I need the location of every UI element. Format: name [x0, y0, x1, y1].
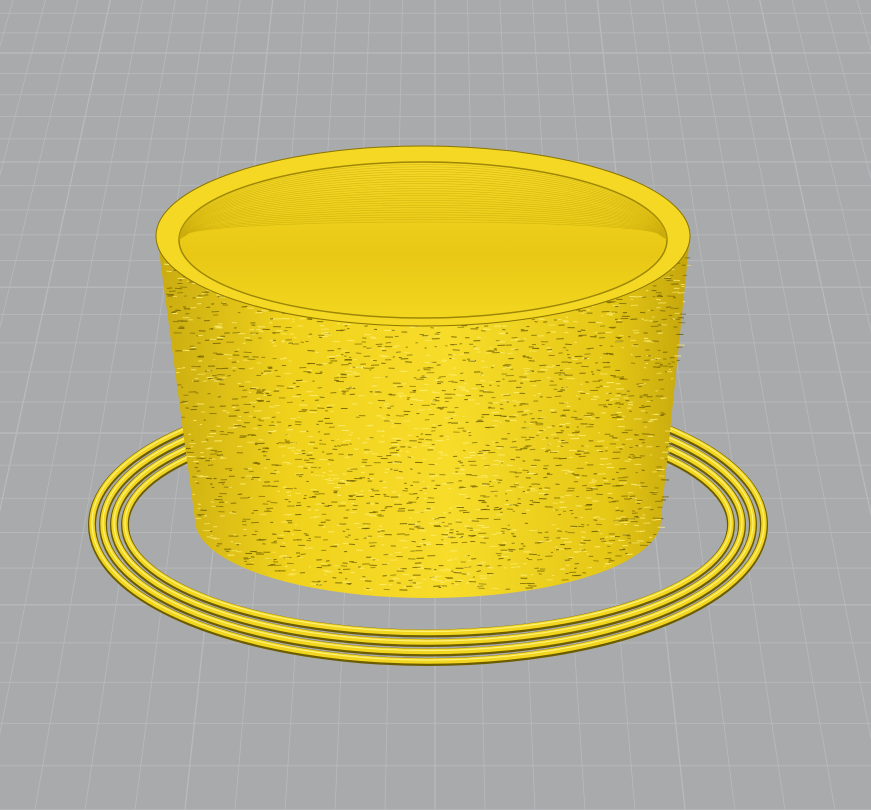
3d-viewport[interactable]: [0, 0, 871, 810]
scene-canvas[interactable]: [0, 0, 871, 810]
cylinder-inner-wall: [178, 161, 668, 319]
cylinder-model[interactable]: [155, 145, 691, 598]
